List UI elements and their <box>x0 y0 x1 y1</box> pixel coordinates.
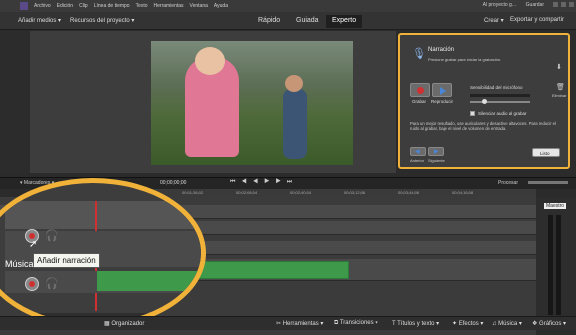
timecode-display[interactable]: 00;00;00;00 <box>160 180 186 186</box>
arrow-right-icon: ▶ <box>434 149 439 155</box>
tools-button[interactable]: ✂ Herramientas ▾ <box>276 320 323 327</box>
transitions-button[interactable]: ⧉ Transiciones ▾ <box>334 320 378 327</box>
video-subject-boy-head <box>285 75 303 92</box>
trash-icon[interactable]: 🗑 <box>556 83 565 91</box>
video-subject-girl-head <box>195 47 225 75</box>
add-media-button[interactable]: Añadir medios ▾ <box>18 17 61 24</box>
record-label: Grabar <box>412 99 427 104</box>
video-subject-boy <box>283 89 307 159</box>
bottom-bar: ▦ Organizador ✂ Herramientas ▾ ⧉ Transic… <box>0 316 576 330</box>
record-icon <box>29 281 35 287</box>
done-button[interactable]: Listo <box>532 148 560 157</box>
menu-linea-de-tiempo[interactable]: Línea de tiempo <box>94 3 130 9</box>
mic-level-meter <box>470 94 530 97</box>
menu-texto[interactable]: Texto <box>136 3 148 9</box>
render-button[interactable]: Procesar <box>498 180 518 186</box>
project-assets-button[interactable]: Recursos del proyecto ▾ <box>70 17 134 24</box>
master-label: Maestro <box>544 203 567 209</box>
tab-guiada[interactable]: Guiada <box>290 15 325 28</box>
tab-experto[interactable]: Experto <box>326 15 363 28</box>
organizer-button[interactable]: ▦ Organizador <box>104 320 144 327</box>
menu-edicion[interactable]: Edición <box>57 3 73 9</box>
callout-music-clip <box>97 271 201 291</box>
export-share-button[interactable]: Exportar y compartir <box>510 17 564 23</box>
previous-label: Anterior <box>410 158 425 163</box>
ruler-tick-label: 00;04;16;08 <box>452 190 474 195</box>
effects-button[interactable]: ✦ Efectos ▾ <box>452 320 483 327</box>
graphics-button[interactable]: ❖ Gráficos ▾ <box>532 320 566 327</box>
headphones-icon[interactable]: 🎧 <box>45 277 59 290</box>
arrow-left-icon: ◀ <box>415 149 420 155</box>
tab-rapido[interactable]: Rápido <box>252 15 286 28</box>
slider-thumb[interactable] <box>482 99 487 104</box>
silence-checkbox[interactable] <box>470 111 475 116</box>
narration-hint: Presione grabar para iniciar la grabació… <box>428 57 502 62</box>
record-icon <box>417 87 424 94</box>
delete-label: Eliminar <box>552 93 567 98</box>
window-controls <box>553 2 574 7</box>
titles-text-button[interactable]: T Títulos y texto ▾ <box>392 320 439 327</box>
cursor-icon: ➚ <box>29 239 38 250</box>
menu-ayuda[interactable]: Ayuda <box>214 3 228 9</box>
ruler-tick-label: 00;03;12;06 <box>344 190 366 195</box>
video-preview[interactable] <box>151 41 353 165</box>
next-label: Siguiente <box>428 158 445 163</box>
headphones-icon[interactable]: 🎧 <box>45 229 59 242</box>
menu-archivo[interactable]: Archivo <box>34 3 51 9</box>
ruler-tick-label: 00;03;44;06 <box>398 190 420 195</box>
main-toolbar: Añadir medios ▾ Recursos del proyecto ▾ … <box>0 12 576 30</box>
previous-button[interactable]: ◀ <box>410 147 426 156</box>
minimize-icon[interactable] <box>553 2 558 7</box>
menu-clip[interactable]: Clip <box>79 3 88 9</box>
app-icon <box>20 2 28 10</box>
mic-sensitivity-slider[interactable] <box>470 101 530 103</box>
left-panel <box>0 31 30 173</box>
mic-sensitivity-label: Sensibilidad del micrófono <box>470 85 523 90</box>
silence-label: Silenciar audio al grabar <box>478 111 527 116</box>
project-name[interactable]: Al proyecto g... <box>483 2 516 8</box>
right-edge-panel <box>570 31 576 173</box>
playback-controls[interactable]: ⏮◀◀▶▶⏭ <box>230 179 298 186</box>
master-meter-left <box>548 215 553 315</box>
menu-bar: Archivo Edición Clip Línea de tiempo Tex… <box>0 0 576 12</box>
narration-note: Para un mejor resultado, use auriculares… <box>410 121 556 131</box>
narration-panel: 🎙 Narración Presione grabar para iniciar… <box>398 33 570 169</box>
music-button[interactable]: ♫ Música ▾ <box>492 320 522 327</box>
audio-mixer: Maestro <box>536 197 576 327</box>
record-button[interactable] <box>410 83 430 97</box>
music-record-button[interactable] <box>25 277 39 291</box>
microphone-icon: 🎙 <box>412 48 426 60</box>
next-button[interactable]: ▶ <box>428 147 444 156</box>
maximize-icon[interactable] <box>561 2 566 7</box>
close-icon[interactable] <box>569 2 574 7</box>
download-icon[interactable]: ⬇ <box>556 63 562 71</box>
callout-audio-track <box>5 201 201 229</box>
narration-title: Narración <box>428 47 455 53</box>
ruler-tick-label: 00;01;36;02 <box>182 190 204 195</box>
save-button[interactable]: Guardar <box>526 2 544 8</box>
ruler-tick-label: 00;02;40;04 <box>290 190 312 195</box>
menu-herramientas[interactable]: Herramientas <box>154 3 184 9</box>
music-track-label: Música <box>5 259 34 269</box>
play-icon <box>440 87 446 95</box>
create-button[interactable]: Crear ▾ <box>484 17 504 24</box>
master-meter-right <box>556 215 561 315</box>
ruler-tick-label: 00;02;08;04 <box>236 190 258 195</box>
play-button[interactable] <box>432 83 452 97</box>
zoom-slider[interactable] <box>528 181 568 184</box>
play-label: Reproducir <box>431 99 454 104</box>
menu-ventana[interactable]: Ventana <box>190 3 208 9</box>
tooltip: Añadir narración <box>33 253 100 268</box>
